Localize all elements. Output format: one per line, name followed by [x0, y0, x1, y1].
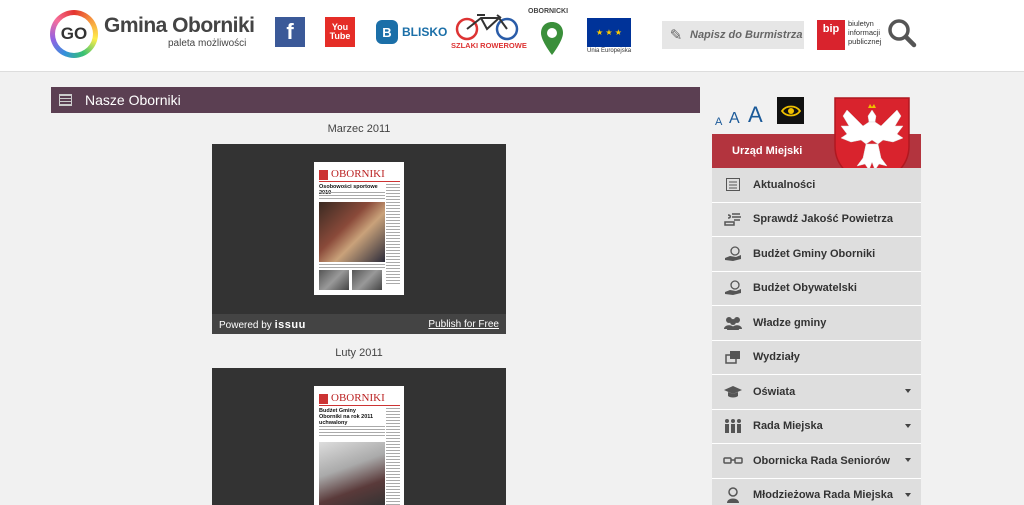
- cover-photo: [319, 202, 385, 262]
- blisko-icon: B: [376, 20, 398, 44]
- font-size-switcher: A A A: [715, 102, 771, 128]
- text-block: [319, 264, 385, 268]
- section-title: Nasze Oborniki: [85, 92, 181, 108]
- blisko-label: BLISKO: [402, 25, 448, 39]
- text-block: [319, 426, 385, 438]
- menu-label: Rada Miejska: [753, 420, 823, 433]
- masthead: OBORNIKI: [319, 392, 400, 406]
- menu-label: Władze gminy: [753, 316, 827, 329]
- eye-icon: [780, 105, 801, 116]
- chevron-down-icon[interactable]: [905, 389, 911, 393]
- menu-label: Obornicka Rada Seniorów: [753, 454, 890, 467]
- facebook-icon[interactable]: f: [275, 17, 305, 47]
- text-column: [386, 408, 400, 505]
- napisz-do-burmistrza-button[interactable]: ✎ Napisz do Burmistrza: [662, 21, 804, 49]
- menu-item-wladze-gminy[interactable]: Władze gminy: [712, 306, 921, 341]
- newspaper-icon: [51, 87, 79, 113]
- search-icon[interactable]: [887, 18, 917, 48]
- menu-item-rada-miejska[interactable]: Rada Miejska: [712, 409, 921, 444]
- logo-title: Gmina Oborniki: [104, 14, 255, 37]
- publish-for-free-link[interactable]: Publish for Free: [428, 319, 499, 330]
- font-size-small-button[interactable]: A: [715, 116, 722, 128]
- logo-subtitle: paleta możliwości: [168, 38, 247, 49]
- szlaki-rowerowe-link[interactable]: SZLAKI ROWEROWE: [451, 12, 527, 56]
- szlaki-label: SZLAKI ROWEROWE: [451, 41, 527, 50]
- masthead-title: OBORNIKI: [331, 392, 385, 404]
- publication-caption: Marzec 2011: [327, 123, 391, 135]
- site-header: GO Gmina Oborniki paleta możliwości f Yo…: [0, 0, 1024, 72]
- menu-item-oswiata[interactable]: Oświata: [712, 375, 921, 410]
- menu-item-budzet-obywatelski[interactable]: Budżet Obywatelski: [712, 271, 921, 306]
- eu-link[interactable]: ★ ★ ★ Unia Europejska: [587, 18, 631, 56]
- pencil-icon: ✎: [669, 27, 683, 44]
- blisko-link[interactable]: B BLISKO: [376, 20, 448, 44]
- issuu-embed[interactable]: OBORNIKI Osobowości sportowe 2010 Powere…: [212, 144, 506, 334]
- menu-item-wydzialy[interactable]: Wydziały: [712, 340, 921, 375]
- money-hand-icon: [712, 280, 753, 296]
- issuu-footer: Powered by issuu Publish for Free: [212, 314, 506, 334]
- publication-caption: Luty 2011: [335, 347, 383, 359]
- eu-label: Unia Europejska: [587, 48, 632, 54]
- bip-link[interactable]: bip biuletyn informacji publicznej: [817, 18, 883, 52]
- youtube-icon: You Tube: [329, 22, 351, 41]
- text-block: [319, 192, 385, 200]
- menu-item-aktualnosci[interactable]: Aktualności: [712, 168, 921, 203]
- text-column: [386, 184, 400, 284]
- menu-item-mlodziezowa-rada[interactable]: Młodzieżowa Rada Miejska: [712, 478, 921, 505]
- menu-label: Budżet Gminy Oborniki: [753, 247, 876, 260]
- menu-label: Wydziały: [753, 351, 800, 364]
- masthead-title: OBORNIKI: [331, 168, 385, 180]
- people-group-icon: [712, 418, 753, 434]
- crest-icon: [319, 394, 328, 404]
- menu-label: Młodzieżowa Rada Miejska: [753, 489, 893, 502]
- obornicki-label: OBORNICKI: [528, 8, 569, 15]
- glasses-icon: [712, 456, 753, 466]
- menu-item-budzet-gminy[interactable]: Budżet Gminy Oborniki: [712, 237, 921, 272]
- powered-by-label: Powered by: [219, 320, 272, 331]
- copy-icon: [712, 350, 753, 364]
- logo-circle: GO: [50, 10, 98, 58]
- chevron-down-icon[interactable]: [905, 423, 911, 428]
- users-icon: [712, 316, 753, 330]
- eu-flag-icon: ★ ★ ★: [587, 18, 631, 47]
- menu-label: Sprawdź Jakość Powietrza: [753, 213, 893, 226]
- map-pin-icon: [541, 22, 563, 55]
- bicycle-icon: [455, 14, 519, 41]
- issuu-logo: issuu: [274, 319, 306, 331]
- menu-item-jakosc-powietrza[interactable]: Sprawdź Jakość Powietrza: [712, 202, 921, 237]
- cover-photo: [319, 442, 385, 505]
- section-title-bar: Nasze Oborniki: [51, 87, 700, 113]
- youth-icon: [712, 487, 753, 504]
- bip-label: biuletyn informacji publicznej: [848, 19, 882, 46]
- menu-item-rada-seniorow[interactable]: Obornicka Rada Seniorów: [712, 444, 921, 479]
- font-size-medium-button[interactable]: A: [729, 110, 740, 128]
- issuu-embed[interactable]: OBORNIKI Budżet Gminy Oborniki na rok 20…: [212, 368, 506, 505]
- money-hand-icon: [712, 246, 753, 262]
- napisz-label: Napisz do Burmistrza: [690, 29, 803, 41]
- masthead: OBORNIKI: [319, 168, 400, 182]
- contrast-toggle-button[interactable]: [777, 97, 804, 124]
- crest-icon: [319, 170, 328, 180]
- menu-label: Aktualności: [753, 178, 816, 191]
- site-logo[interactable]: GO Gmina Oborniki paleta możliwości: [50, 8, 255, 60]
- youtube-link[interactable]: You Tube: [325, 17, 355, 47]
- graduation-cap-icon: [712, 385, 753, 399]
- cover-photo-small: [352, 270, 382, 290]
- obornicki-link[interactable]: OBORNICKI: [528, 8, 576, 58]
- air-quality-icon: [712, 212, 753, 226]
- cover-headline: Budżet Gminy Oborniki na rok 2011 uchwal…: [319, 408, 374, 426]
- chevron-down-icon[interactable]: [905, 458, 911, 462]
- newspaper-icon: [712, 178, 753, 192]
- menu-label: Budżet Obywatelski: [753, 282, 857, 295]
- menu-label: Oświata: [753, 385, 796, 398]
- publication-cover[interactable]: OBORNIKI Osobowości sportowe 2010: [314, 162, 404, 295]
- sidebar-menu: Aktualności Sprawdź Jakość Powietrza Bud…: [712, 168, 921, 505]
- cover-photo-small: [319, 270, 349, 290]
- font-size-large-button[interactable]: A: [748, 102, 763, 128]
- bip-icon: bip: [817, 20, 845, 50]
- chevron-down-icon[interactable]: [905, 492, 911, 497]
- publication-cover[interactable]: OBORNIKI Budżet Gminy Oborniki na rok 20…: [314, 386, 404, 505]
- powered-by[interactable]: Powered by issuu: [219, 319, 306, 331]
- logo-letters: GO: [55, 15, 93, 53]
